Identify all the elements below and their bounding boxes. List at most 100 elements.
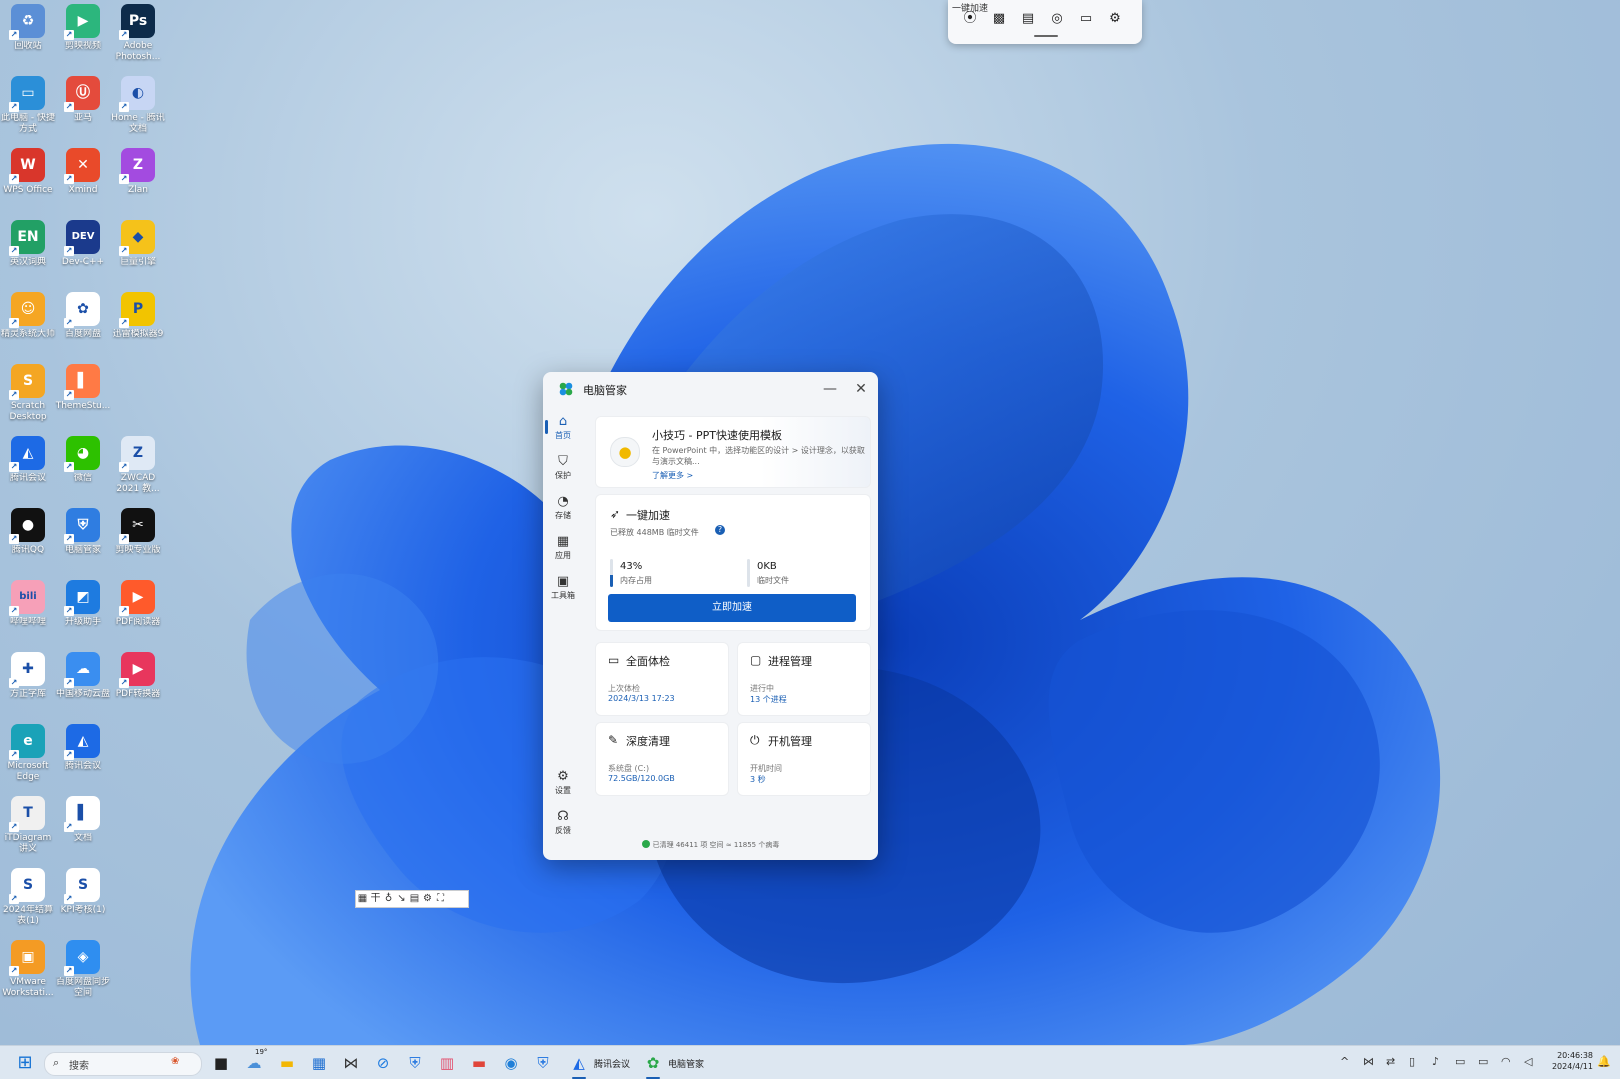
edge-icon[interactable]: ◎ — [1047, 9, 1067, 29]
desktop-icon[interactable]: ◈ ↗ 百度网盘同步空间 — [55, 940, 111, 999]
taskbar-app-label[interactable]: 腾讯会议 — [594, 1057, 630, 1070]
show-hidden-icons-icon[interactable]: ^ — [1340, 1055, 1349, 1068]
taskview-icon[interactable]: ■ — [210, 1052, 232, 1074]
nav-settings[interactable]: ⚙ 设置 — [543, 769, 583, 796]
desktop-icon[interactable]: ● ↗ 腾讯QQ — [0, 508, 56, 556]
search-placeholder: 搜索 — [69, 1061, 89, 1072]
desktop-icon[interactable]: W ↗ WPS Office — [0, 148, 56, 196]
learn-more-link[interactable]: 了解更多 > — [652, 470, 693, 481]
desktop-icon[interactable]: ⛨ ↗ 电脑管家 — [55, 508, 111, 556]
wifi-icon[interactable]: ◠ — [1501, 1055, 1511, 1068]
desktop-icon[interactable]: Ⓤ ↗ 亚马 — [55, 76, 111, 124]
document-icon[interactable]: ▤ — [1018, 9, 1038, 29]
nav-protect[interactable]: ⛉ 保护 — [543, 454, 583, 481]
nav-toolbox[interactable]: ▣ 工具箱 — [543, 574, 583, 601]
edge-icon[interactable]: ◉ — [500, 1052, 522, 1074]
system-clock[interactable]: 20:46:38 2024/4/11 — [1545, 1050, 1593, 1072]
folder-icon[interactable]: ▭ — [1076, 9, 1096, 29]
drag-handle[interactable] — [1034, 35, 1058, 37]
toolbar-tool-icon[interactable]: ↘ — [395, 891, 408, 907]
app-icon: W ↗ — [9, 148, 45, 184]
app-tray-icon[interactable]: ⋈ — [1363, 1055, 1374, 1068]
desktop-icon[interactable]: Ps ↗ Adobe Photosh... — [110, 4, 166, 63]
settings-icon[interactable]: ⚙ — [1105, 9, 1125, 29]
temp-bar — [747, 559, 750, 587]
desktop-icon[interactable]: EN ↗ 英汉词典 — [0, 220, 56, 268]
desktop-icon[interactable]: S ↗ 2024年结算表(1) — [0, 868, 56, 927]
speed-up-button[interactable]: 立即加速 — [608, 594, 856, 622]
battery-icon[interactable]: ▯ — [1409, 1055, 1415, 1068]
desktop-icon[interactable]: ♻ ↗ 回收站 — [0, 4, 56, 52]
network-switch-icon[interactable]: ⇄ — [1386, 1055, 1395, 1068]
desktop-icon[interactable]: ▶ ↗ PDF转换器 — [110, 652, 166, 700]
toolbar-tool-icon[interactable]: ⚙ — [421, 891, 434, 907]
tip-card[interactable]: ● 小技巧 - PPT快速使用模板 在 PowerPoint 中，选择功能区的设… — [595, 416, 871, 488]
minimize-button[interactable]: — — [819, 378, 841, 400]
display-icon[interactable]: ▭ — [1478, 1055, 1488, 1068]
title-bar[interactable]: 电脑管家 — ✕ — [543, 372, 878, 406]
guard-icon[interactable]: ⛨ — [532, 1052, 554, 1074]
desktop-icon[interactable]: ◐ ↗ Home - 腾讯文档 — [110, 76, 166, 135]
app-icon[interactable]: ▬ — [468, 1052, 490, 1074]
tile-startup-manager[interactable]: ⏻ 开机管理 开机时间 3 秒 — [737, 722, 871, 796]
desktop-icon[interactable]: ◆ ↗ 巨量引擎 — [110, 220, 166, 268]
desktop-icon[interactable]: ◕ ↗ 微信 — [55, 436, 111, 484]
help-icon[interactable]: ? — [715, 525, 725, 535]
desktop-icon[interactable]: ✕ ↗ Xmind — [55, 148, 111, 196]
app-icon[interactable]: ▥ — [436, 1052, 458, 1074]
desktop-icon[interactable]: ◭ ↗ 腾讯会议 — [0, 436, 56, 484]
nav-apps[interactable]: ▦ 应用 — [543, 534, 583, 561]
rocket-icon[interactable]: ⦿ — [960, 9, 980, 29]
desktop-icon[interactable]: Z ↗ Zlan — [110, 148, 166, 196]
toolbar-tool-icon[interactable]: ♁ — [382, 891, 395, 907]
search-icon: ⌕ — [53, 1056, 60, 1069]
desktop-icon[interactable]: DEV ↗ Dev-C++ — [55, 220, 111, 268]
toolbar-tool-icon[interactable]: ⛶ — [434, 891, 447, 907]
chip-icon[interactable]: ▩ — [989, 9, 1009, 29]
nav-home[interactable]: ⌂ 首页 — [543, 414, 583, 441]
desktop-icon[interactable]: Z ↗ ZWCAD 2021 教... — [110, 436, 166, 495]
desktop-icon[interactable]: e ↗ Microsoft Edge — [0, 724, 56, 783]
microphone-icon[interactable]: ♪ — [1432, 1055, 1439, 1068]
desktop-icon[interactable]: ▭ ↗ 此电脑 - 快捷方式 — [0, 76, 56, 135]
desktop-icon[interactable]: S ↗ Scratch Desktop — [0, 364, 56, 423]
app-icon[interactable]: ⋈ — [340, 1052, 362, 1074]
store-icon[interactable]: ▦ — [308, 1052, 330, 1074]
desktop-icon[interactable]: T ↗ iTDiagram 讲义 — [0, 796, 56, 855]
taskbar-app-label[interactable]: 电脑管家 — [668, 1057, 704, 1070]
desktop-icon[interactable]: bili ↗ 哔哩哔哩 — [0, 580, 56, 628]
meeting-app-icon[interactable]: ◭ — [568, 1052, 590, 1074]
desktop-icon[interactable]: ▶ ↗ 剪映视频 — [55, 4, 111, 52]
tile-process-manager[interactable]: ▢ 进程管理 进行中 13 个进程 — [737, 642, 871, 716]
windows-start-icon[interactable]: ⊞ — [14, 1052, 36, 1074]
desktop-icon[interactable]: ✚ ↗ 方正字库 — [0, 652, 56, 700]
file-explorer-icon[interactable]: ▬ — [276, 1052, 298, 1074]
desktop-icon[interactable]: ▌ ↗ 文档 — [55, 796, 111, 844]
nav-feedback[interactable]: ☊ 反馈 — [543, 809, 583, 836]
notification-bell-icon[interactable]: 🔔 — [1597, 1055, 1611, 1068]
desktop-icon[interactable]: ✿ ↗ 百度网盘 — [55, 292, 111, 340]
desktop-icon[interactable]: ▣ ↗ VMware Workstati... — [0, 940, 56, 999]
desktop-icon[interactable]: ✂ ↗ 剪映专业版 — [110, 508, 166, 556]
desktop-icon[interactable]: ▌ ↗ ThemeStu... — [55, 364, 111, 412]
tile-deep-clean[interactable]: ✎ 深度清理 系统盘 (C:) 72.5GB/120.0GB — [595, 722, 729, 796]
desktop-icon[interactable]: S ↗ KPI考核(1) — [55, 868, 111, 916]
desktop-icon[interactable]: P ↗ 迅雷模拟器9 — [110, 292, 166, 340]
pc-manager-app-icon[interactable]: ✿ — [642, 1052, 664, 1074]
desktop-icon[interactable]: ▶ ↗ PDF阅读器 — [110, 580, 166, 628]
tile-full-checkup[interactable]: ▭ 全面体检 上次体检 2024/3/13 17:23 — [595, 642, 729, 716]
nav-storage[interactable]: ◔ 存储 — [543, 494, 583, 521]
desktop-icon[interactable]: ☺ ↗ 精灵系统大师 — [0, 292, 56, 340]
guard-icon[interactable]: ⛨ — [404, 1052, 426, 1074]
volume-icon[interactable]: ◁ — [1524, 1055, 1532, 1068]
toolbar-tool-icon[interactable]: ▤ — [408, 891, 421, 907]
keyboard-icon[interactable]: ▭ — [1455, 1055, 1465, 1068]
desktop-icon[interactable]: ◭ ↗ 腾讯会议 — [55, 724, 111, 772]
toolbar-tool-icon[interactable]: 干 — [369, 891, 382, 907]
toolbar-tool-icon[interactable]: ▦ — [356, 891, 369, 907]
desktop-icon[interactable]: ◩ ↗ 升级助手 — [55, 580, 111, 628]
taskbar-search[interactable]: ⌕ 搜索 ❀ — [44, 1052, 202, 1076]
close-button[interactable]: ✕ — [850, 378, 872, 400]
app-icon[interactable]: ⊘ — [372, 1052, 394, 1074]
desktop-icon[interactable]: ☁ ↗ 中国移动云盘 — [55, 652, 111, 700]
